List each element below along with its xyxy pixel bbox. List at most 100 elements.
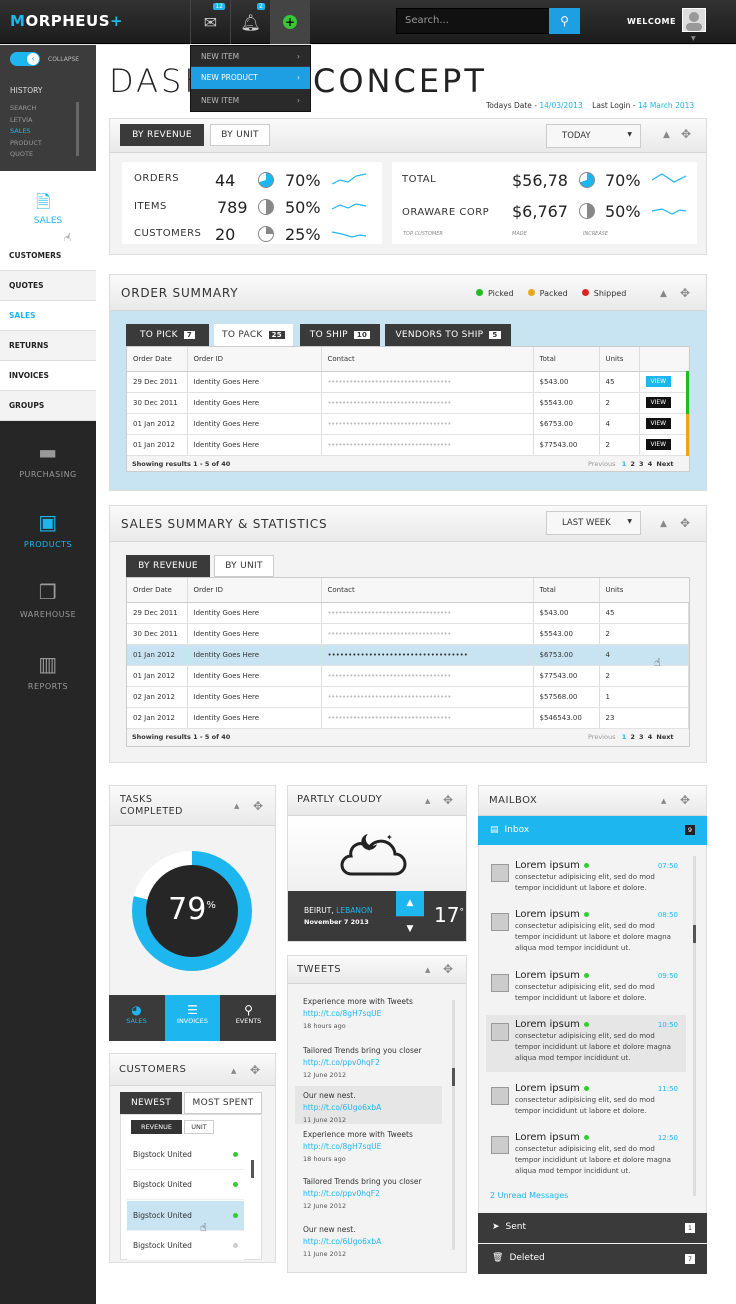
history-scrollbar[interactable] xyxy=(76,102,79,156)
period-select[interactable]: LAST WEEK ▼ xyxy=(546,511,641,535)
col-header[interactable]: Contact xyxy=(321,578,534,603)
table-row[interactable]: 29 Dec 2011 Identity Goes Here •••••••••••… xyxy=(127,602,689,624)
table-row[interactable]: 01 Jan 2012 Identity Goes Here •••••••••••… xyxy=(127,665,689,687)
col-header[interactable]: Order Date xyxy=(127,347,188,372)
col-header[interactable]: Order ID xyxy=(187,578,322,603)
temp-up-button[interactable]: ▲ xyxy=(396,891,424,916)
mail-item[interactable]: Lorem ipsum 07:50 consectetur adipisicing … xyxy=(486,856,686,905)
tab-most-spent[interactable]: MOST SPENT xyxy=(184,1092,262,1114)
period-select[interactable]: TODAY ▼ xyxy=(546,124,641,148)
view-button[interactable]: VIEW xyxy=(645,397,672,408)
nav-reports[interactable]: ▥ REPORTS xyxy=(0,652,96,691)
messages-button[interactable]: ✉ 12 xyxy=(190,0,230,44)
mail-item[interactable]: Lorem ipsum 12:50 consectetur adipisicing … xyxy=(486,1128,686,1186)
move-icon[interactable]: ✥ xyxy=(680,516,690,530)
sales-pagination[interactable]: Previous 1 2 3 4 Next xyxy=(588,733,674,741)
collapse-up-icon[interactable]: ▲ xyxy=(231,1067,236,1075)
tab-to-pack[interactable]: TO PACK 25 xyxy=(214,324,293,346)
collapse-up-icon[interactable]: ▲ xyxy=(660,519,667,529)
subnav-invoices[interactable]: INVOICES xyxy=(0,361,96,391)
list-item-selected[interactable]: Bigstock United xyxy=(127,1201,244,1231)
list-item[interactable]: Bigstock United xyxy=(127,1170,244,1200)
dropdown-item[interactable]: NEW ITEM › xyxy=(191,46,310,67)
tweet-link[interactable]: http://t.co/6Ugo6xbA xyxy=(303,1237,381,1246)
collapse-up-icon[interactable]: ▲ xyxy=(660,289,667,299)
history-item[interactable]: SALES xyxy=(10,126,42,138)
move-icon[interactable]: ✥ xyxy=(681,127,691,141)
tab-by-revenue[interactable]: BY REVENUE xyxy=(120,124,204,146)
col-header[interactable]: Contact xyxy=(321,347,534,372)
nav-warehouse[interactable]: ❒ WAREHOUSE xyxy=(0,580,96,619)
deleted-folder[interactable]: 🗑︎ Deleted 7 xyxy=(478,1244,707,1274)
subtab-unit[interactable]: UNIT xyxy=(184,1120,214,1134)
subnav-customers[interactable]: CUSTOMERS xyxy=(0,241,96,271)
move-icon[interactable]: ✥ xyxy=(680,286,690,300)
mail-item-highlighted[interactable]: Lorem ipsum 10:50 consectetur adipisicing … xyxy=(486,1015,686,1072)
history-item[interactable]: QUOTE xyxy=(10,149,42,161)
list-item[interactable]: Bigstock United xyxy=(127,1231,244,1261)
view-button[interactable]: VIEW xyxy=(645,439,672,450)
tab-events[interactable]: ⚲ EVENTS xyxy=(221,995,276,1041)
app-logo[interactable]: MORPHEUS+ xyxy=(10,12,123,30)
tweet-link[interactable]: http://t.co/8gH7sqUE xyxy=(303,1142,381,1151)
tweet-link[interactable]: http://t.co/6Ugo6xbA xyxy=(303,1103,381,1112)
move-icon[interactable]: ✥ xyxy=(443,962,453,976)
tab-newest[interactable]: NEWEST xyxy=(120,1092,182,1114)
table-row[interactable]: 29 Dec 2011 Identity Goes Here •••••••••••… xyxy=(127,371,689,393)
collapse-up-icon[interactable]: ▲ xyxy=(663,130,670,140)
move-icon[interactable]: ✥ xyxy=(250,1063,260,1077)
col-header[interactable]: Total xyxy=(533,347,600,372)
mail-item[interactable]: Lorem ipsum 09:50 consectetur adipisicing … xyxy=(486,966,686,1015)
table-row[interactable]: 02 Jan 2012 Identity Goes Here •••••••••••… xyxy=(127,707,689,729)
unread-messages-link[interactable]: 2 Unread Messages xyxy=(490,1191,568,1200)
history-item[interactable]: PRODUCT xyxy=(10,138,42,150)
inbox-folder[interactable]: ▤ Inbox 9 xyxy=(478,816,707,845)
history-item[interactable]: LETVIA xyxy=(10,115,42,127)
nav-products[interactable]: ▣ PRODUCTS xyxy=(0,510,96,549)
mail-item[interactable]: Lorem ipsum 08:50 consectetur adipisicing … xyxy=(486,905,686,963)
user-avatar[interactable] xyxy=(682,8,706,32)
tab-invoices[interactable]: ☰ INVOICES xyxy=(165,995,220,1041)
sent-folder[interactable]: ➤ Sent 1 xyxy=(478,1213,707,1243)
tab-by-revenue[interactable]: BY REVENUE xyxy=(126,555,210,577)
tab-to-pick[interactable]: TO PICK 7 xyxy=(126,324,209,346)
col-header[interactable]: Units xyxy=(599,347,640,372)
col-header[interactable]: Order ID xyxy=(187,347,322,372)
tab-sales[interactable]: ◕ SALES xyxy=(109,995,164,1041)
mail-item[interactable]: Lorem ipsum 11:50 consectetur adipisicing … xyxy=(486,1079,686,1128)
tab-vendors-to-ship[interactable]: VENDORS TO SHIP 5 xyxy=(385,324,511,346)
notifications-button[interactable]: 🔔︎ 2 xyxy=(230,0,270,44)
subnav-quotes[interactable]: QUOTES xyxy=(0,271,96,301)
view-button[interactable]: VIEW xyxy=(645,376,672,387)
table-row[interactable]: 30 Dec 2011 Identity Goes Here •••••••••••… xyxy=(127,623,689,645)
order-pagination[interactable]: Previous 1 2 3 4 Next xyxy=(588,460,674,468)
history-item[interactable]: SEARCH xyxy=(10,103,42,115)
table-row[interactable]: 30 Dec 2011 Identity Goes Here •••••••••••… xyxy=(127,392,689,414)
collapse-up-icon[interactable]: ▲ xyxy=(425,966,430,974)
col-header[interactable]: Units xyxy=(599,578,689,603)
tweet-link[interactable]: http://t.co/8gH7sqUE xyxy=(303,1009,381,1018)
table-row[interactable]: 01 Jan 2012 Identity Goes Here •••••••••••… xyxy=(127,413,689,435)
tweets-scrollbar[interactable] xyxy=(452,1068,455,1086)
mail-scrollbar[interactable] xyxy=(693,925,696,943)
search-button[interactable]: ⚲ xyxy=(549,8,580,34)
collapse-up-icon[interactable]: ▲ xyxy=(234,802,239,810)
customers-scrollbar[interactable] xyxy=(251,1160,254,1178)
collapse-up-icon[interactable]: ▲ xyxy=(661,797,666,805)
col-header[interactable]: Order Date xyxy=(127,578,188,603)
tweet-link[interactable]: http://t.co/ppv0hqF2 xyxy=(303,1058,380,1067)
subnav-groups[interactable]: GROUPS xyxy=(0,391,96,421)
table-row[interactable]: 02 Jan 2012 Identity Goes Here •••••••••••… xyxy=(127,686,689,708)
dropdown-item[interactable]: NEW ITEM › xyxy=(191,90,310,111)
move-icon[interactable]: ✥ xyxy=(443,793,453,807)
tab-by-unit[interactable]: BY UNIT xyxy=(210,124,270,146)
collapse-up-icon[interactable]: ▲ xyxy=(425,797,430,805)
tab-by-unit[interactable]: BY UNIT xyxy=(214,555,274,577)
move-icon[interactable]: ✥ xyxy=(253,799,263,813)
temp-down-button[interactable]: ▼ xyxy=(396,916,424,941)
tweet-link[interactable]: http://t.co/ppv0hqF2 xyxy=(303,1189,380,1198)
subnav-returns[interactable]: RETURNS xyxy=(0,331,96,361)
user-menu-caret-icon[interactable]: ▼ xyxy=(691,35,696,42)
list-item[interactable]: Bigstock United xyxy=(127,1140,244,1170)
search-input[interactable]: Search... xyxy=(396,8,550,34)
